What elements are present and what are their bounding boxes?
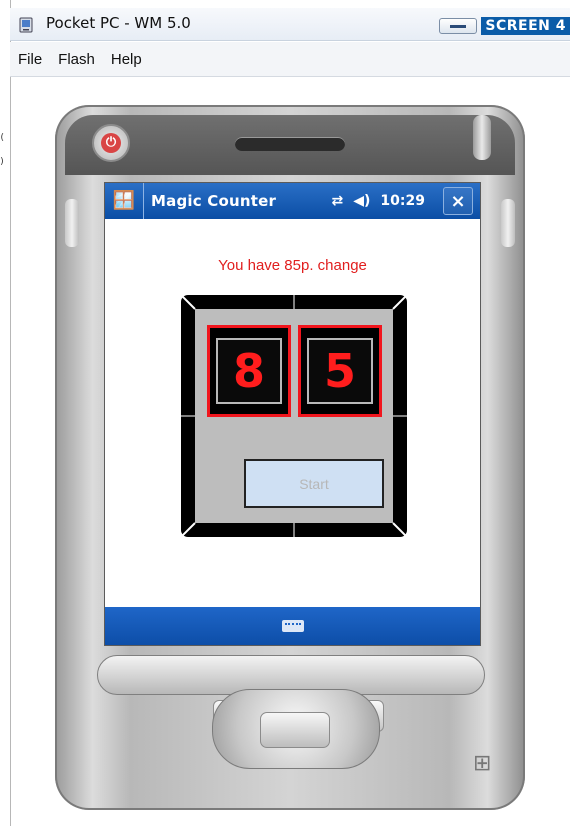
window-titlebar: Pocket PC - WM 5.0 SCREEN 4: [10, 8, 570, 41]
keyboard-icon[interactable]: [281, 620, 304, 632]
menu-help[interactable]: Help: [103, 51, 150, 68]
digit-slot-right: 5: [298, 325, 382, 417]
windows-logo-icon: ⊞: [473, 751, 492, 776]
pocketpc-device: ⏻ 🪟 Magic Counter ⇄ ◀) 10:29 × You have …: [55, 105, 525, 810]
start-button[interactable]: Start: [244, 459, 384, 508]
stylus-slot: [473, 115, 491, 160]
windows-start-icon: 🪟: [112, 190, 136, 211]
side-code-snippet: 3( 1 C): [0, 132, 10, 172]
left-side-button[interactable]: [65, 199, 79, 247]
status-bar: 🪟 Magic Counter ⇄ ◀) 10:29 ×: [105, 183, 480, 219]
clock-time: 10:29: [380, 193, 425, 209]
pocketpc-icon: [19, 17, 33, 33]
minimize-icon: [450, 24, 467, 28]
app-title: Magic Counter: [151, 192, 277, 210]
device-screen: 🪟 Magic Counter ⇄ ◀) 10:29 × You have 85…: [104, 182, 481, 646]
digit-right: 5: [307, 338, 373, 404]
digit-left: 8: [216, 338, 282, 404]
menu-bar: File Flash Help: [10, 42, 570, 77]
window-title: Pocket PC - WM 5.0: [46, 14, 191, 32]
power-button[interactable]: ⏻: [92, 124, 130, 162]
close-icon: ×: [450, 190, 466, 212]
host-window-left-edge: 3( 1 C): [0, 0, 11, 826]
close-button[interactable]: ×: [443, 187, 473, 215]
menu-file[interactable]: File: [10, 51, 50, 68]
counter-frame: 8 5 Start: [181, 295, 407, 537]
connectivity-icon[interactable]: ⇄: [332, 193, 344, 209]
power-icon: ⏻: [101, 133, 121, 153]
right-side-button[interactable]: [501, 199, 515, 247]
window-top-right-controls: SCREEN 4: [439, 17, 570, 35]
screen-tag: SCREEN 4: [481, 17, 570, 35]
speaker-grille: [235, 137, 345, 151]
change-message: You have 85p. change: [218, 257, 367, 274]
digit-slot-left: 8: [207, 325, 291, 417]
bottom-bar: [105, 607, 480, 645]
status-icons: ⇄ ◀) 10:29: [322, 193, 425, 209]
volume-icon[interactable]: ◀): [353, 193, 370, 209]
start-button[interactable]: 🪟: [105, 183, 144, 219]
directional-pad[interactable]: [212, 689, 380, 769]
counter-panel: 8 5 Start: [195, 309, 393, 523]
minimize-button[interactable]: [439, 18, 478, 34]
menu-flash[interactable]: Flash: [50, 51, 103, 68]
dpad-center-button[interactable]: [260, 712, 330, 748]
